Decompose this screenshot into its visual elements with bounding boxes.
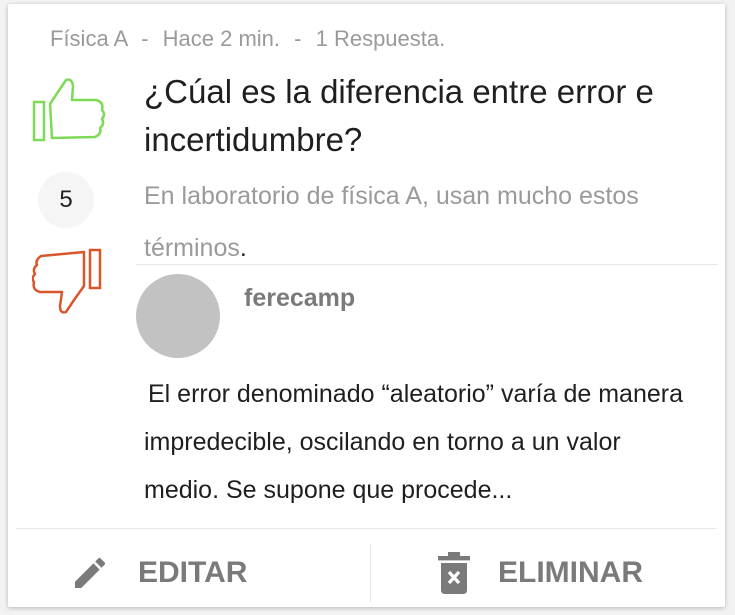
course-name: Física A [50,26,128,51]
edit-button[interactable]: EDITAR [70,544,247,602]
upvote-button[interactable] [32,76,108,148]
question-title: ¿Cúal es la diferencia entre error e inc… [144,73,654,158]
answer-count: 1 Respuesta. [315,26,446,51]
delete-label: ELIMINAR [498,556,643,589]
divider [136,264,718,265]
answer-author[interactable]: ferecamp [244,284,355,313]
answer-preview[interactable]: El error denominado “aleatorio” varía de… [144,370,689,520]
description-text: En laboratorio de física A, usan mucho e… [144,182,639,262]
thumb-up-icon [32,78,106,142]
trash-icon [438,552,470,594]
post-time: Hace 2 min. [162,26,281,51]
thumb-down-icon [31,248,102,314]
vote-score: 5 [38,172,94,228]
post-meta: Física A - Hace 2 min. - 1 Respuesta. [50,26,445,52]
avatar[interactable] [136,274,220,358]
question-card: Física A - Hace 2 min. - 1 Respuesta. 5 … [8,4,725,607]
meta-separator: - [141,26,149,51]
pencil-icon [75,557,106,588]
edit-label: EDITAR [138,556,248,589]
footer-separator [370,544,371,602]
downvote-button[interactable] [31,248,108,320]
question-description: En laboratorio de física A, usan mucho e… [144,170,704,274]
description-end: . [239,234,247,262]
footer-divider [16,528,716,529]
delete-button[interactable]: ELIMINAR [438,544,643,602]
meta-separator: - [294,26,302,51]
